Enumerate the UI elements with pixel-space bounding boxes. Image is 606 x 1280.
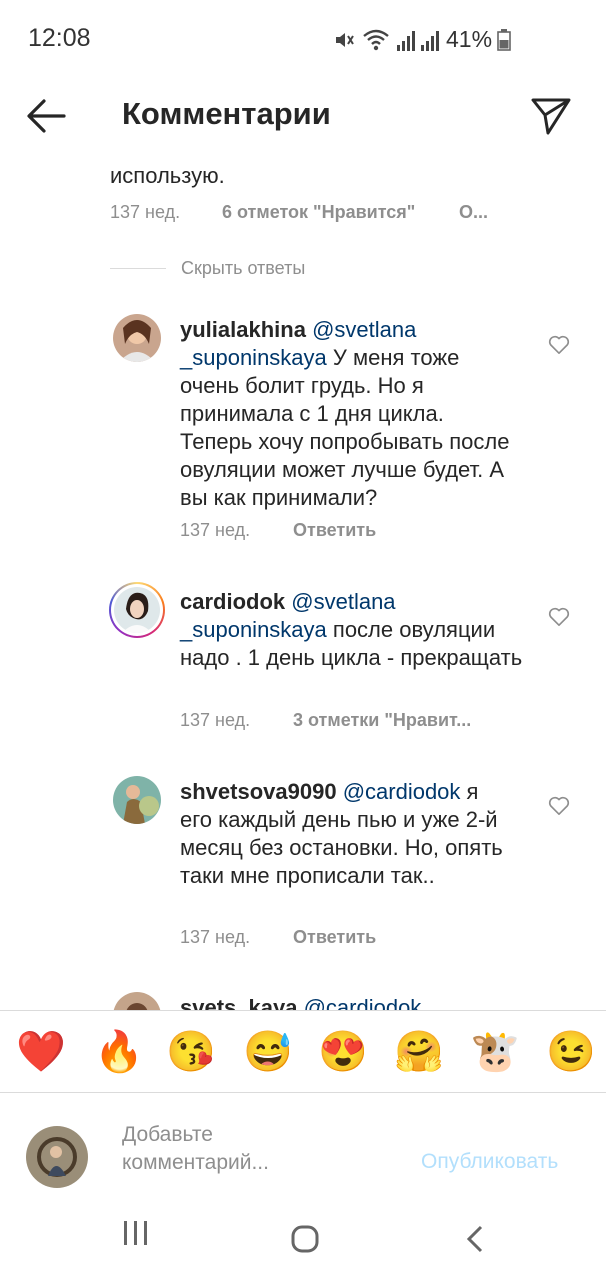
reply-username[interactable]: cardiodok: [180, 589, 285, 614]
avatar[interactable]: [113, 314, 161, 362]
comment-placeholder-line1: Добавьте: [122, 1123, 213, 1146]
emoji-kiss-button[interactable]: 😘: [166, 1030, 216, 1074]
emoji-heart-eyes-button[interactable]: 😍: [318, 1030, 368, 1074]
reply-time: 137 нед.: [180, 710, 251, 730]
comment-more-link[interactable]: О...: [459, 202, 488, 223]
heart-outline-icon: [548, 335, 570, 354]
emoji-fire-button[interactable]: 🔥: [94, 1030, 144, 1074]
reply-button[interactable]: Ответить: [293, 927, 376, 948]
emoji-cow-button[interactable]: 🐮: [470, 1030, 520, 1074]
reply-username[interactable]: shvetsova9090: [180, 779, 337, 804]
hide-replies-link[interactable]: Скрыть ответы: [181, 258, 305, 279]
signal-icon-2: [420, 30, 440, 52]
mute-icon: [332, 28, 356, 52]
like-button[interactable]: [548, 796, 570, 816]
home-button[interactable]: [290, 1224, 320, 1254]
back-button[interactable]: [24, 96, 68, 136]
like-button[interactable]: [548, 607, 570, 627]
recent-apps-button[interactable]: [122, 1220, 150, 1246]
battery-percent: 41%: [446, 26, 493, 52]
reply-username[interactable]: yulialakhina: [180, 317, 306, 342]
chevron-left-icon: [466, 1225, 483, 1253]
avatar: [114, 587, 160, 633]
signal-icon: [396, 30, 416, 52]
avatar[interactable]: [113, 992, 161, 1010]
comment-input[interactable]: Добавьте комментарий...: [122, 1121, 402, 1177]
emoji-bar-top-divider: [0, 1010, 606, 1011]
reply-text: cardiodok @svetlana _suponinskaya после …: [180, 588, 525, 672]
status-time: 12:08: [28, 24, 91, 52]
comment-text-tail: использую.: [110, 163, 225, 188]
emoji-wink-button[interactable]: 😉: [546, 1030, 596, 1074]
reply-likes-link[interactable]: 3 отметки "Нравит...: [293, 710, 471, 731]
wifi-icon: [362, 28, 390, 52]
share-button[interactable]: [530, 96, 572, 136]
emoji-sweat-smile-button[interactable]: 😅: [243, 1030, 293, 1074]
reply-mention[interactable]: @cardiodok: [343, 779, 461, 804]
heart-outline-icon: [548, 796, 570, 815]
back-nav-button[interactable]: [464, 1224, 486, 1254]
reply-text: svets_kaya @cardiodok: [180, 994, 421, 1010]
reply-mention[interactable]: @cardiodok: [304, 995, 422, 1010]
comment-likes-link[interactable]: 6 отметок "Нравится": [222, 202, 415, 223]
comment-time: 137 нед.: [110, 202, 181, 222]
arrow-left-icon: [27, 99, 66, 133]
heart-outline-icon: [548, 607, 570, 626]
hide-replies-line: [110, 268, 166, 269]
reply-button[interactable]: Ответить: [293, 520, 376, 541]
home-icon: [291, 1225, 319, 1253]
page-title: Комментарии: [122, 96, 331, 131]
emoji-hug-button[interactable]: 🤗: [394, 1030, 444, 1074]
emoji-heart-button[interactable]: ❤️: [16, 1030, 66, 1074]
reply-text: yulialakhina @svetlana _suponinskaya У м…: [180, 316, 520, 512]
my-avatar: [26, 1126, 88, 1188]
reply-text: shvetsova9090 @cardiodok я его каждый де…: [180, 778, 510, 890]
comment-placeholder-line2: комментарий...: [122, 1151, 269, 1174]
send-icon: [531, 98, 571, 135]
recents-icon: [124, 1221, 147, 1245]
like-button[interactable]: [548, 335, 570, 355]
battery-icon: [497, 29, 511, 51]
reply-time: 137 нед.: [180, 927, 251, 947]
avatar[interactable]: [113, 776, 161, 824]
clipped-reply: svets_kaya @cardiodok: [0, 985, 606, 1010]
emoji-bar-bottom-divider: [0, 1092, 606, 1093]
publish-button[interactable]: Опубликовать: [421, 1150, 558, 1174]
reply-username[interactable]: svets_kaya: [180, 995, 297, 1010]
avatar-story-ring[interactable]: [109, 582, 165, 638]
reply-time: 137 нед.: [180, 520, 251, 540]
